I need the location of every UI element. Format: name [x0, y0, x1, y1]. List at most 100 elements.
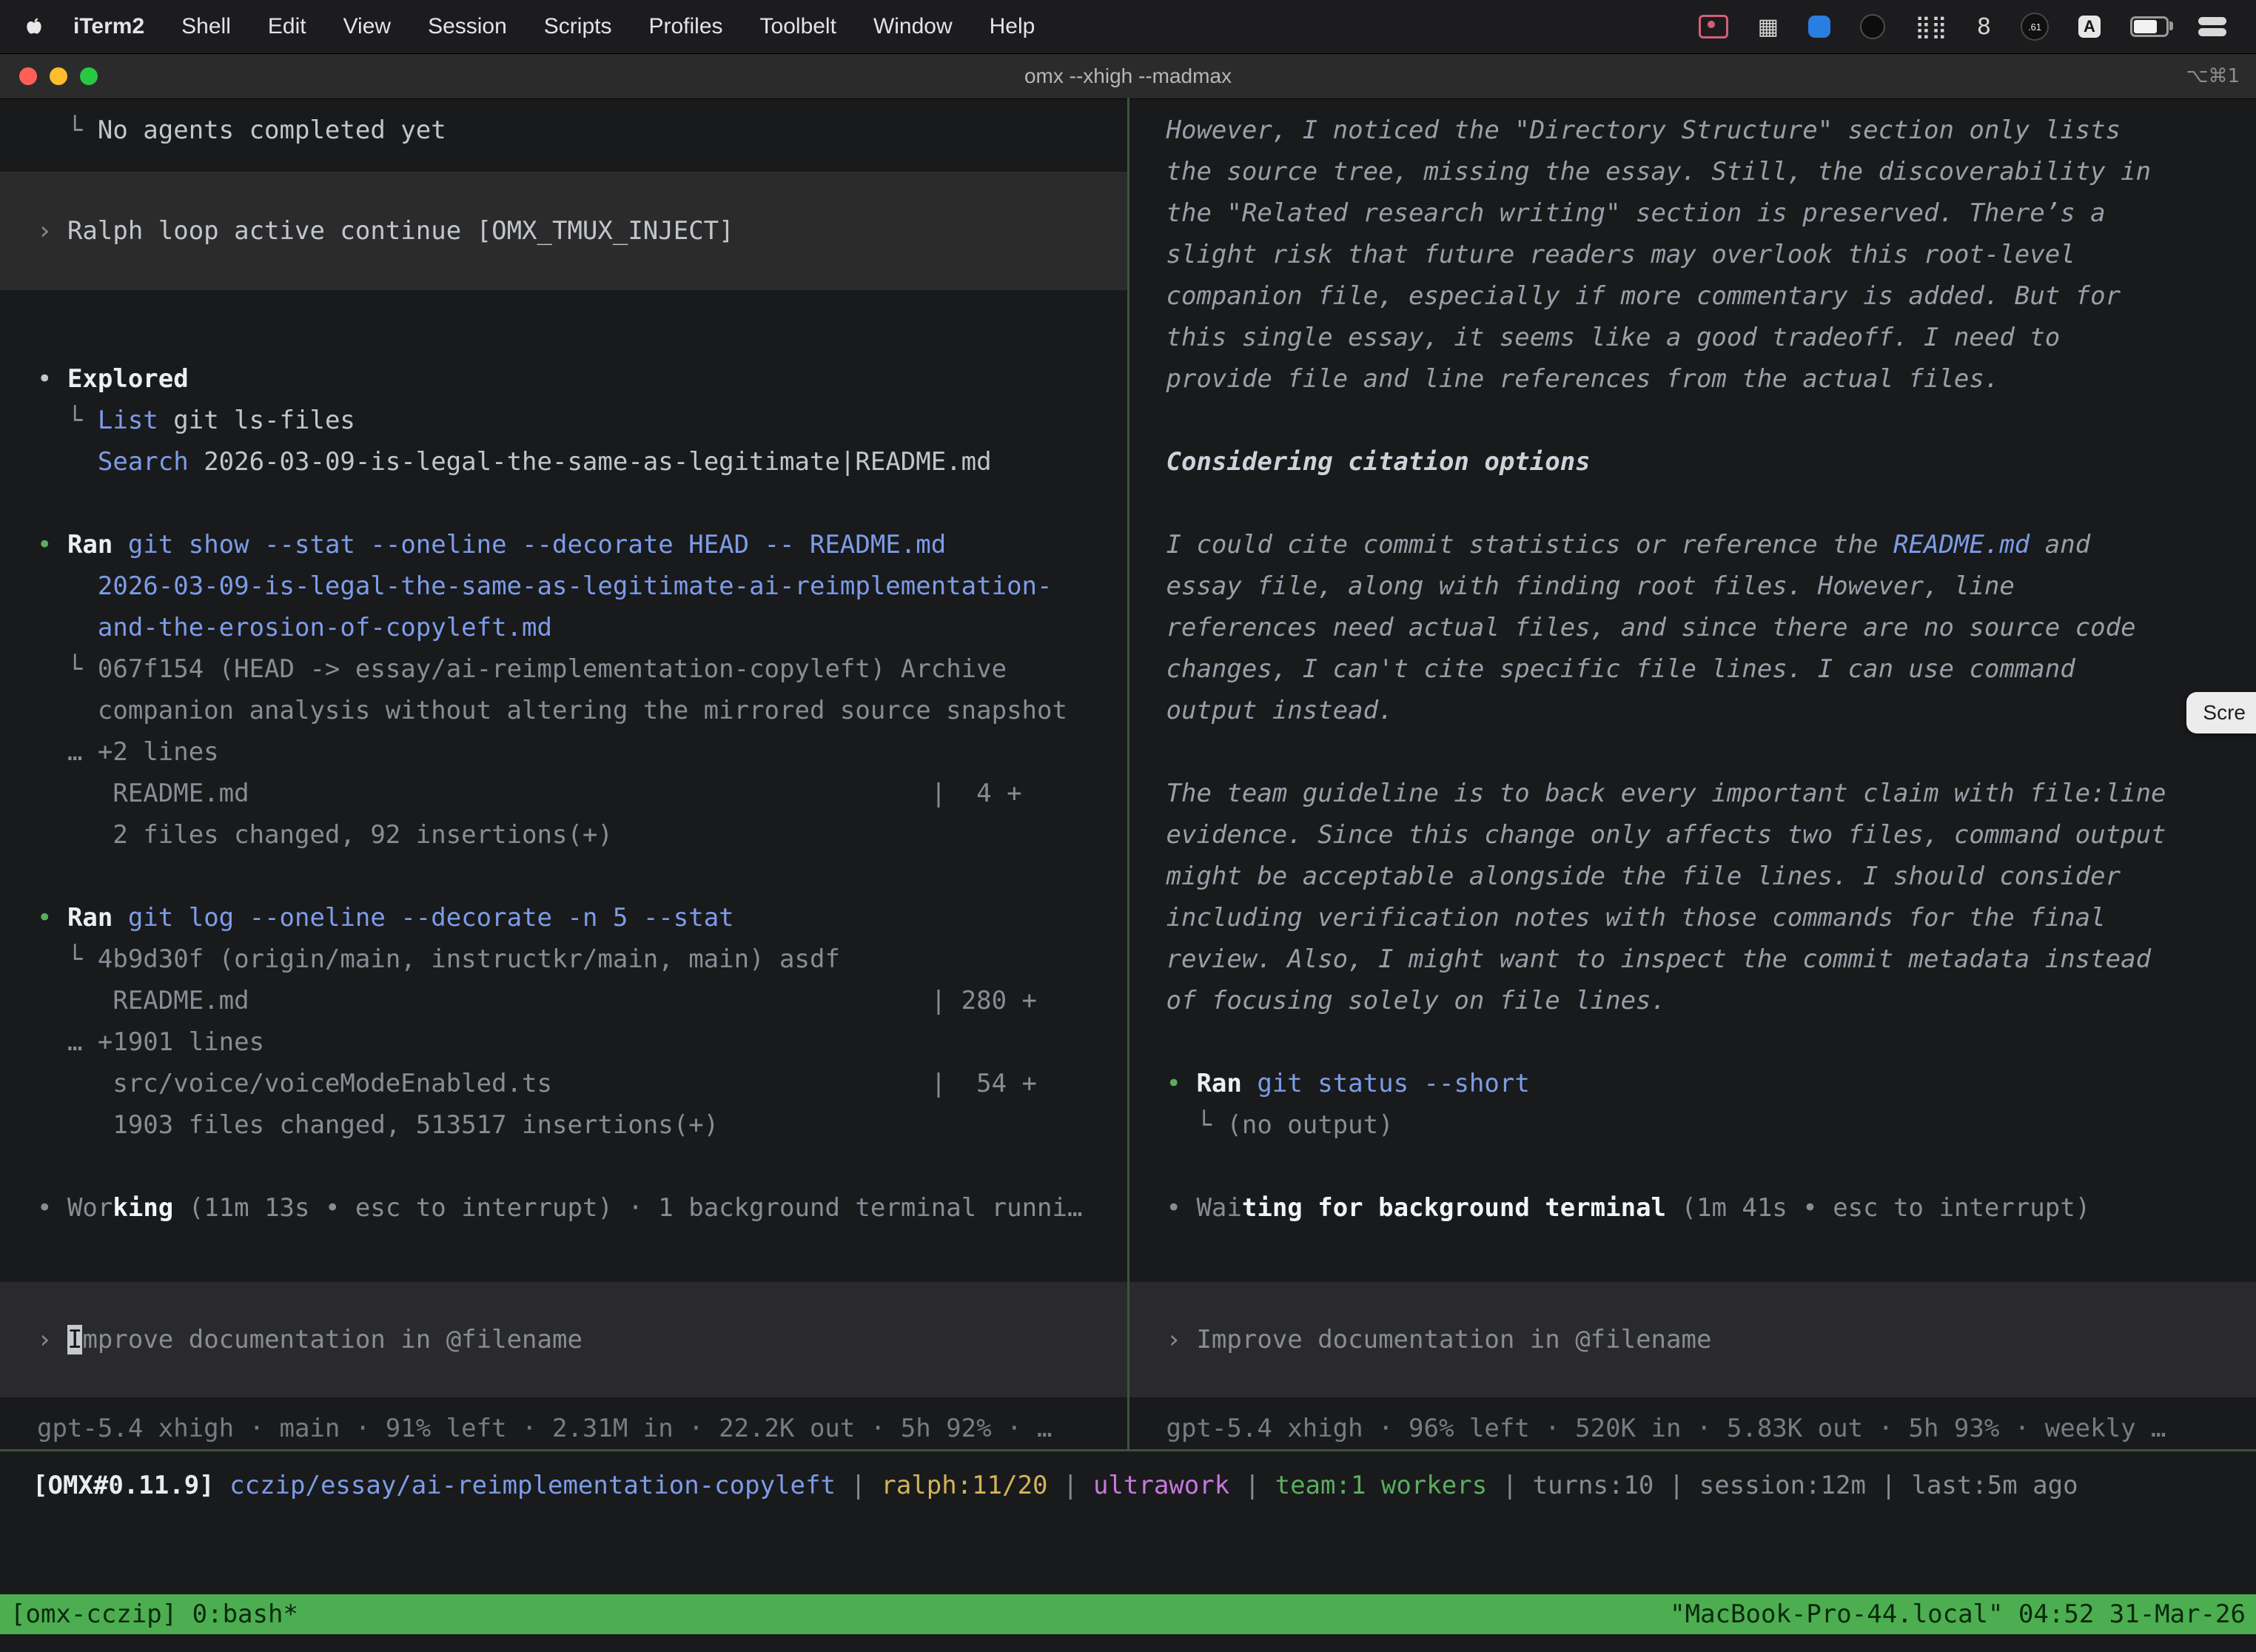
left-model-status-line: gpt-5.4 xhigh · main · 91% left · 2.31M …	[0, 1408, 1127, 1449]
text-segment: the source tree, missing the essay. Stil…	[1166, 157, 2152, 187]
terminal-line: • Waiting for background terminal (1m 41…	[1129, 1187, 2256, 1229]
text-segment: •	[37, 530, 67, 560]
menu-toolbelt[interactable]: Toolbelt	[742, 14, 855, 38]
menu-iterm2[interactable]: iTerm2	[55, 14, 163, 38]
input-source-icon[interactable]: A	[2078, 16, 2101, 38]
text-segment: src/voice/voiceModeEnabled.ts | 54 +	[37, 1069, 1037, 1098]
right-terminal-pane[interactable]: However, I noticed the "Directory Struct…	[1129, 98, 2256, 1449]
menu-shell[interactable]: Shell	[163, 14, 249, 38]
text-segment: (1m 41s • esc to interrupt)	[1666, 1193, 2090, 1223]
screen-share-popover[interactable]: Scre	[2186, 692, 2256, 733]
menu-edit[interactable]: Edit	[249, 14, 325, 38]
terminal-line: └ (no output)	[1129, 1104, 2256, 1146]
terminal-line: changes, I can't cite specific file line…	[1129, 648, 2256, 690]
text-segment: Search	[98, 447, 189, 477]
terminal-line: 2 files changed, 92 insertions(+)	[0, 814, 1127, 856]
text-segment	[1242, 1069, 1257, 1098]
text-segment: •	[37, 903, 67, 933]
terminal-line: Considering citation options	[1129, 441, 2256, 483]
text-segment	[113, 903, 127, 933]
blank-line	[1129, 1021, 2256, 1063]
text-segment: this single essay, it seems like a good …	[1166, 323, 2061, 352]
text-segment: 2026-03-09-is-legal-the-same-as-legitima…	[189, 447, 992, 477]
menu-window[interactable]: Window	[855, 14, 971, 38]
control-center-icon[interactable]	[2198, 17, 2226, 36]
text-segment: companion file, especially if more comme…	[1166, 281, 2121, 311]
right-prompt-line[interactable]: › Improve documentation in @filename	[1129, 1319, 2256, 1360]
text-segment: README.md | 280 +	[37, 986, 1037, 1015]
text-segment: essay file, along with finding root file…	[1166, 571, 2015, 601]
text-segment: slight risk that future readers may over…	[1166, 240, 2075, 269]
key-app-icon[interactable]: 8	[1977, 14, 1991, 40]
text-segment: Ralph loop active continue [OMX_TMUX_INJ…	[67, 216, 734, 246]
text-segment: king	[113, 1193, 173, 1223]
menu-bar-status-items: ▦ ⣿⣿ 8 .61 A	[1699, 13, 2237, 41]
window-shortcut-badge: ⌥⌘1	[2186, 65, 2256, 87]
tmux-window-item[interactable]: [omx-cczip] 0:bash*	[10, 1594, 298, 1634]
window-title-bar: omx --xhigh --madmax ⌥⌘1	[0, 54, 2256, 99]
terminal-line: slight risk that future readers may over…	[1129, 234, 2256, 275]
text-segment: Explored	[67, 364, 189, 394]
battery-icon[interactable]	[2130, 16, 2169, 37]
text-segment: the "Related research writing" section i…	[1166, 198, 2106, 228]
text-segment: Considering citation options	[1166, 447, 1591, 477]
dots-grid-icon[interactable]: ⣿⣿	[1915, 14, 1947, 40]
terminal-line: the source tree, missing the essay. Stil…	[1129, 151, 2256, 192]
terminal-line: 1903 files changed, 513517 insertions(+)	[0, 1104, 1127, 1146]
text-segment: └	[37, 115, 98, 145]
terminal-line: … +2 lines	[0, 731, 1127, 773]
text-segment: git ls-files	[158, 406, 355, 435]
zoom-button[interactable]	[80, 67, 98, 85]
apple-menu-icon[interactable]	[24, 14, 44, 39]
screen-recording-icon[interactable]	[1699, 15, 1728, 38]
minimize-button[interactable]	[50, 67, 67, 85]
text-segment: (no output)	[1226, 1110, 1393, 1140]
menu-help[interactable]: Help	[971, 14, 1054, 38]
terminal-line: of focusing solely on file lines.	[1129, 980, 2256, 1021]
text-segment: cczip/essay/ai-reimplementation-copyleft	[229, 1471, 836, 1500]
menu-item-list: iTerm2ShellEditViewSessionScriptsProfile…	[55, 14, 1053, 39]
left-terminal-pane[interactable]: └ No agents completed yet› Ralph loop ac…	[0, 98, 1127, 1449]
terminal-line: … +1901 lines	[0, 1021, 1127, 1063]
left-prompt-input[interactable]: › Improve documentation in @filename	[0, 1282, 1127, 1397]
text-segment: provide file and line references from th…	[1166, 364, 2000, 394]
terminal-line: src/voice/voiceModeEnabled.ts | 54 +	[0, 1063, 1127, 1104]
text-segment: and	[2030, 530, 2090, 560]
text-segment: … +2 lines	[37, 737, 219, 767]
text-segment: Improve documentation in @filename	[1196, 1325, 1711, 1354]
blank-line	[0, 1146, 1127, 1187]
menu-scripts[interactable]: Scripts	[526, 14, 631, 38]
text-segment: including verification notes with those …	[1166, 903, 2106, 933]
omx-status-bar: [OMX#0.11.9] cczip/essay/ai-reimplementa…	[0, 1471, 2078, 1512]
menu-session[interactable]: Session	[409, 14, 526, 38]
text-segment: However, I noticed the "Directory Struct…	[1166, 115, 2121, 145]
menu-view[interactable]: View	[325, 14, 409, 38]
terminal-line: README.md | 280 +	[0, 980, 1127, 1021]
right-prompt-input[interactable]: › Improve documentation in @filename	[1129, 1282, 2256, 1397]
text-segment: git status --short	[1257, 1069, 1529, 1098]
right-pane-spacer	[1129, 1229, 2256, 1282]
left-prompt-line[interactable]: › Improve documentation in @filename	[0, 1319, 1127, 1360]
close-button[interactable]	[19, 67, 37, 85]
text-segment: last:5m ago	[1911, 1471, 2078, 1500]
terminal-line: and-the-erosion-of-copyleft.md	[0, 607, 1127, 648]
terminal-line: • Working (11m 13s • esc to interrupt) ·…	[0, 1187, 1127, 1229]
battery-percent-badge-icon[interactable]: .61	[2021, 13, 2049, 41]
text-segment: references need actual files, and since …	[1166, 613, 2136, 642]
text-segment: |	[1229, 1471, 1275, 1500]
text-segment: Wor	[67, 1193, 113, 1223]
terminal-line: companion analysis without altering the …	[0, 690, 1127, 731]
blue-app-icon[interactable]	[1808, 16, 1830, 38]
grid-app-icon[interactable]: ▦	[1758, 14, 1779, 40]
right-model-status-line: gpt-5.4 xhigh · 96% left · 520K in · 5.8…	[1129, 1408, 2256, 1449]
text-segment: •	[37, 1193, 67, 1223]
menu-profiles[interactable]: Profiles	[630, 14, 741, 38]
terminal-line: • Ran git status --short	[1129, 1063, 2256, 1104]
terminal-line: 2026-03-09-is-legal-the-same-as-legitima…	[0, 565, 1127, 607]
text-segment: •	[1166, 1193, 1197, 1223]
text-segment: •	[37, 364, 67, 394]
text-segment: Wai	[1196, 1193, 1241, 1223]
macos-menu-bar: iTerm2ShellEditViewSessionScriptsProfile…	[0, 0, 2256, 54]
terminal-line: output instead.	[1129, 690, 2256, 731]
dark-app-icon[interactable]	[1860, 14, 1885, 39]
